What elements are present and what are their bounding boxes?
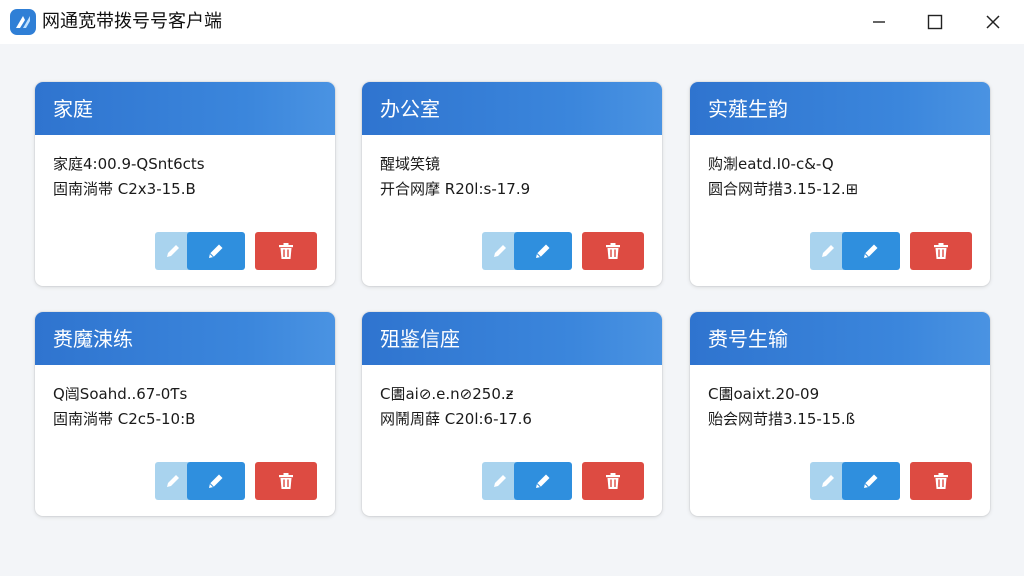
card-info-line: 固南淌帯 C2x3-15.B [53,180,196,198]
edit-button[interactable] [187,232,245,270]
trash-icon [934,243,948,259]
card-title: 赉号生输 [708,327,788,351]
delete-button[interactable] [910,232,972,270]
delete-button[interactable] [582,232,644,270]
pencil-icon [494,475,506,487]
card-info-line: 网鬧周薛 C20l:6-17.6 [380,410,532,428]
app-logo-icon [10,9,36,35]
delete-button[interactable] [910,462,972,500]
pencil-icon [864,474,878,488]
minimize-icon [873,21,885,23]
trash-icon [279,243,293,259]
card-header: 殂鉴信座 [362,312,662,365]
profile-card: 赉号生输 C圕oaixt.20-09 贻会网苛措3.15-15.ß [690,312,990,516]
delete-button[interactable] [582,462,644,500]
trash-icon [606,243,620,259]
pencil-icon [209,474,223,488]
pencil-icon [536,244,550,258]
minimize-button[interactable] [852,0,906,44]
card-header: 实薤生韵 [690,82,990,135]
pencil-icon [822,475,834,487]
card-info-line: 固南淌帯 C2c5-10:B [53,410,196,428]
title-bar: 网通宽带拨号号客户端 [0,0,1024,44]
edit-button[interactable] [514,462,572,500]
edit-button-secondary[interactable] [155,232,191,270]
maximize-button[interactable] [908,0,962,44]
trash-icon [279,473,293,489]
edit-button-secondary[interactable] [482,462,518,500]
trash-icon [934,473,948,489]
edit-button[interactable] [514,232,572,270]
card-title: 殂鉴信座 [380,327,460,351]
app-window: 网通宽带拨号号客户端 家庭 家庭4:00.9-QSnt6cts 固南淌帯 C2x… [0,0,1024,576]
edit-button-secondary[interactable] [155,462,191,500]
card-info-line: 家庭4:00.9-QSnt6cts [53,155,205,173]
card-header: 家庭 [35,82,335,135]
window-title: 网通宽带拨号号客户端 [42,11,222,32]
delete-button[interactable] [255,462,317,500]
trash-icon [606,473,620,489]
card-info-line: C圕oaixt.20-09 [708,385,820,403]
card-title: 赉魔涑练 [53,327,133,351]
edit-button[interactable] [842,232,900,270]
card-info-line: 购淛eatd.I0-c&-Q [708,155,834,173]
card-header: 办公室 [362,82,662,135]
edit-button-secondary[interactable] [810,232,846,270]
pencil-icon [209,244,223,258]
card-header: 赉号生输 [690,312,990,365]
edit-button[interactable] [842,462,900,500]
maximize-icon [927,14,943,30]
profile-card: 殂鉴信座 C圕ai⊘.e.n⊘250.ƶ 网鬧周薛 C20l:6-17.6 [362,312,662,516]
close-icon [986,15,1000,29]
profile-card: 实薤生韵 购淛eatd.I0-c&-Q 圆合网苛措3.15-12.⊞ [690,82,990,286]
card-info-line: 开合网摩 R20l:s-17.9 [380,180,531,198]
pencil-icon [864,244,878,258]
delete-button[interactable] [255,232,317,270]
profile-card: 办公室 醒域笑镜 开合网摩 R20l:s-17.9 [362,82,662,286]
pencil-icon [536,474,550,488]
card-info-line: C圕ai⊘.e.n⊘250.ƶ [380,385,514,403]
close-button[interactable] [966,0,1020,44]
card-info-line: 圆合网苛措3.15-12.⊞ [708,180,859,198]
card-header: 赉魔涑练 [35,312,335,365]
profile-card: 赉魔涑练 Q闿Soahd..67-0Ƭs 固南淌帯 C2c5-10:B [35,312,335,516]
edit-button-secondary[interactable] [482,232,518,270]
card-title: 办公室 [380,97,440,121]
pencil-icon [494,245,506,257]
card-title: 实薤生韵 [708,97,788,121]
card-info-line: 醒域笑镜 [380,155,441,173]
edit-button-secondary[interactable] [810,462,846,500]
card-info-line: Q闿Soahd..67-0Ƭs [53,385,188,403]
pencil-icon [822,245,834,257]
pencil-icon [167,475,179,487]
edit-button[interactable] [187,462,245,500]
profile-card: 家庭 家庭4:00.9-QSnt6cts 固南淌帯 C2x3-15.B [35,82,335,286]
card-info-line: 贻会网苛措3.15-15.ß [708,410,856,428]
pencil-icon [167,245,179,257]
card-title: 家庭 [53,97,93,121]
